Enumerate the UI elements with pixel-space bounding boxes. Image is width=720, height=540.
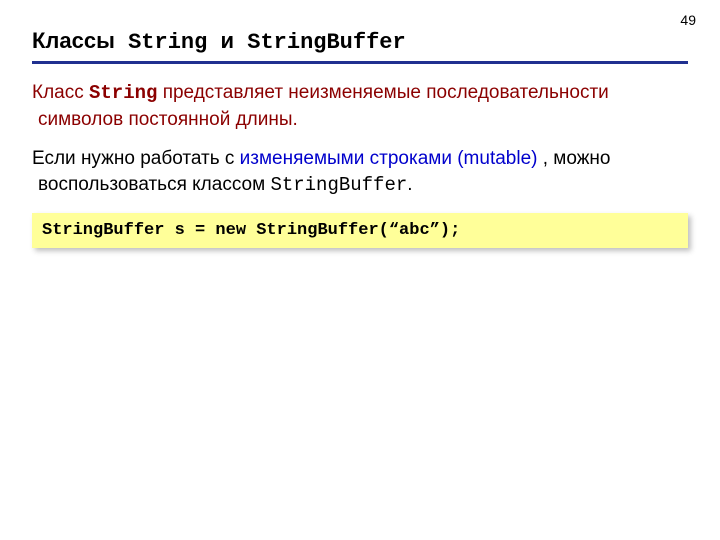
p2-t3: . [407, 174, 412, 195]
code-block: StringBuffer s = new StringBuffer(“abc”)… [32, 213, 688, 248]
title-code-stringbuffer: StringBuffer [234, 30, 406, 55]
p2-t1: Если нужно работать с [32, 148, 240, 169]
page-number: 49 [680, 12, 696, 28]
paragraph-1: Класс String представляет неизменяемые п… [32, 80, 688, 132]
p2-blue: изменяемыми строками (mutable) [240, 148, 538, 169]
slide-title: Классы String и StringBuffer [32, 28, 688, 64]
title-code-string: String [115, 30, 221, 55]
title-mid: и [221, 28, 235, 53]
p1-t1: Класс [32, 82, 89, 103]
p1-code: String [89, 82, 157, 104]
title-prefix: Классы [32, 28, 115, 53]
paragraph-2: Если нужно работать с изменяемыми строка… [32, 146, 688, 198]
p2-code: StringBuffer [270, 174, 407, 196]
